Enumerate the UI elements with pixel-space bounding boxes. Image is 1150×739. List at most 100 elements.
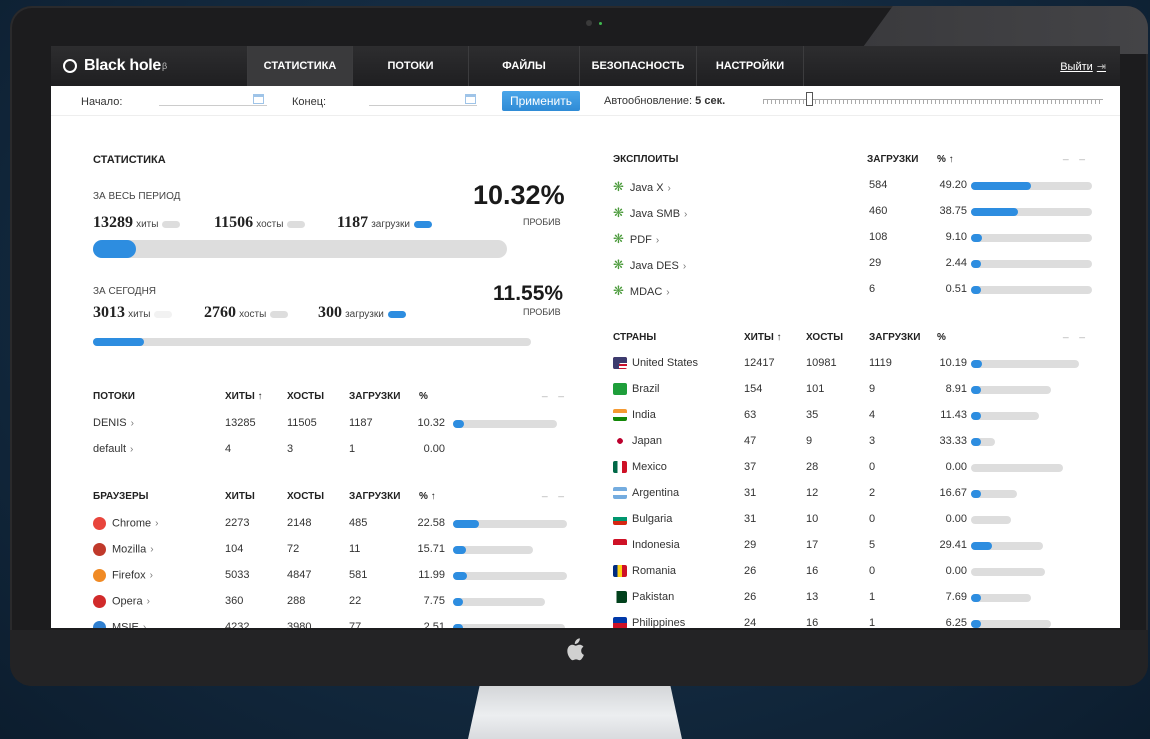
countries-row-name-text[interactable]: India (632, 409, 656, 421)
browsers-row-0-bar (453, 520, 567, 528)
nav-tab-files[interactable]: ФАЙЛЫ (468, 46, 579, 86)
streams-header-1[interactable]: ХИТЫ ↑ (225, 391, 263, 402)
browsers-row-1-name[interactable]: Mozilla › (93, 543, 154, 556)
countries-row-name-text[interactable]: United States (632, 357, 698, 369)
countries-row-name-text[interactable]: Indonesia (632, 539, 680, 551)
countries-row-9-name[interactable]: Pakistan (613, 591, 674, 604)
app-logo[interactable]: Black hole β (51, 57, 247, 75)
nav-tab-statistics[interactable]: СТАТИСТИКА (247, 46, 352, 86)
countries-row-3-name[interactable]: Japan (613, 435, 662, 448)
apply-button[interactable]: Применить (502, 91, 580, 111)
countries-header-4[interactable]: % (937, 332, 946, 343)
countries-row-name-text[interactable]: Philippines (632, 617, 685, 628)
countries-header-1[interactable]: ХИТЫ ↑ (744, 332, 782, 343)
countries-row-name-text[interactable]: Brazil (632, 383, 660, 395)
countries-row-name-text[interactable]: Argentina (632, 487, 679, 499)
countries-row-0-name[interactable]: United States (613, 357, 698, 370)
nav-tab-security[interactable]: БЕЗОПАСНОСТЬ (579, 46, 696, 86)
browsers-row-3-name[interactable]: Opera › (93, 595, 150, 608)
chevron-right-icon[interactable]: › (683, 261, 686, 272)
start-date-input[interactable] (159, 94, 267, 106)
countries-row-5-name[interactable]: Argentina (613, 487, 679, 500)
streams-row-name-text[interactable]: DENIS (93, 417, 127, 429)
exploits-row-0-name[interactable]: ❋ Java X › (613, 179, 671, 195)
exploits-row-name-text[interactable]: Java DES (630, 260, 679, 272)
exploits-row-3-name[interactable]: ❋ Java DES › (613, 257, 686, 273)
browsers-row-name-text[interactable]: Firefox (112, 569, 146, 581)
chevron-right-icon[interactable]: › (131, 418, 134, 429)
chevron-right-icon[interactable]: › (130, 444, 133, 455)
chevron-right-icon[interactable]: › (668, 183, 671, 194)
browsers-row-1-pct: 15.71 (417, 543, 445, 555)
countries-header-2[interactable]: ХОСТЫ (806, 332, 843, 343)
countries-row-10-name[interactable]: Philippines (613, 617, 685, 628)
start-label: Начало: (81, 96, 123, 108)
browsers-header-2[interactable]: ХОСТЫ (287, 491, 324, 502)
chevron-right-icon[interactable]: › (666, 287, 669, 298)
streams-header-3[interactable]: ЗАГРУЗКИ (349, 391, 400, 402)
browsers-row-name-text[interactable]: Chrome (112, 517, 151, 529)
streams-row-0-name[interactable]: DENIS › (93, 417, 134, 429)
streams-row-1-downloads: 1 (349, 443, 356, 455)
exploits-row-2-name[interactable]: ❋ PDF › (613, 231, 659, 247)
exploits-row-name-text[interactable]: MDAC (630, 286, 662, 298)
countries-row-name-text[interactable]: Bulgaria (632, 513, 672, 525)
chevron-right-icon[interactable]: › (150, 570, 153, 581)
countries-row-name-text[interactable]: Mexico (632, 461, 667, 473)
streams-header-4[interactable]: % (419, 391, 428, 402)
exploits-header-1[interactable]: ЗАГРУЗКИ (867, 154, 918, 165)
streams-menu-icon[interactable]: _ _ (542, 387, 568, 398)
browsers-row-name-text[interactable]: MSIE (112, 621, 139, 628)
exploits-row-name-text[interactable]: Java SMB (630, 208, 680, 220)
chevron-right-icon[interactable]: › (656, 235, 659, 246)
browsers-header-3[interactable]: ЗАГРУЗКИ (349, 491, 400, 502)
browsers-header-4[interactable]: % ↑ (419, 491, 436, 502)
streams-header-2[interactable]: ХОСТЫ (287, 391, 324, 402)
refresh-slider-thumb[interactable] (806, 92, 813, 106)
browsers-row-name-text[interactable]: Mozilla (112, 543, 146, 555)
nav-tab-streams[interactable]: ПОТОКИ (352, 46, 468, 86)
chevron-right-icon[interactable]: › (155, 518, 158, 529)
chevron-right-icon[interactable]: › (684, 209, 687, 220)
countries-row-1-name[interactable]: Brazil (613, 383, 660, 396)
chevron-right-icon[interactable]: › (143, 622, 146, 628)
exploits-row-1-name[interactable]: ❋ Java SMB › (613, 205, 687, 221)
browsers-row-name-text[interactable]: Opera (112, 595, 143, 607)
exploits-header-2[interactable]: % ↑ (937, 154, 954, 165)
countries-row-8-name[interactable]: Romania (613, 565, 676, 578)
nav-tab-settings[interactable]: НАСТРОЙКИ (696, 46, 804, 86)
browsers-row-3-downloads: 22 (349, 595, 362, 607)
exploits-row-4-name[interactable]: ❋ MDAC › (613, 283, 670, 299)
chevron-right-icon[interactable]: › (150, 544, 153, 555)
logout-link[interactable]: Выйти ⇥ (1060, 60, 1106, 74)
start-calendar-icon[interactable] (253, 94, 264, 104)
browsers-header-1[interactable]: ХИТЫ (225, 491, 255, 502)
countries-row-7-name[interactable]: Indonesia (613, 539, 680, 552)
browsers-row-0-name[interactable]: Chrome › (93, 517, 158, 530)
countries-menu-icon[interactable]: _ _ (1063, 328, 1089, 339)
browsers-menu-icon[interactable]: _ _ (542, 487, 568, 498)
countries-row-name-text[interactable]: Pakistan (632, 591, 674, 603)
countries-row-6-name[interactable]: Bulgaria (613, 513, 672, 526)
browsers-row-2-name[interactable]: Firefox › (93, 569, 153, 582)
countries-row-2-name[interactable]: India (613, 409, 656, 422)
end-date-input[interactable] (369, 94, 477, 106)
streams-row-name-text[interactable]: default (93, 443, 126, 455)
countries-row-name-text[interactable]: Japan (632, 435, 662, 447)
countries-row-9-hosts: 13 (806, 591, 819, 603)
browsers-row-1-downloads: 11 (349, 543, 361, 555)
streams-row-1-name[interactable]: default › (93, 443, 133, 455)
countries-row-0-hosts: 10981 (806, 357, 837, 369)
exploits-row-name-text[interactable]: Java X (630, 182, 664, 194)
end-calendar-icon[interactable] (465, 94, 476, 104)
exploits-menu-icon[interactable]: _ _ (1063, 150, 1089, 161)
countries-row-4-name[interactable]: Mexico (613, 461, 667, 474)
chevron-right-icon[interactable]: › (147, 596, 150, 607)
countries-row-name-text[interactable]: Romania (632, 565, 676, 577)
browsers-row-1-hits: 104 (225, 543, 244, 555)
exploits-row-name-text[interactable]: PDF (630, 234, 652, 246)
countries-header-3[interactable]: ЗАГРУЗКИ (869, 332, 920, 343)
browsers-row-4-name[interactable]: MSIE › (93, 621, 146, 628)
countries-row-2-hosts: 35 (806, 409, 819, 421)
countries-row-1-downloads: 9 (869, 383, 876, 395)
